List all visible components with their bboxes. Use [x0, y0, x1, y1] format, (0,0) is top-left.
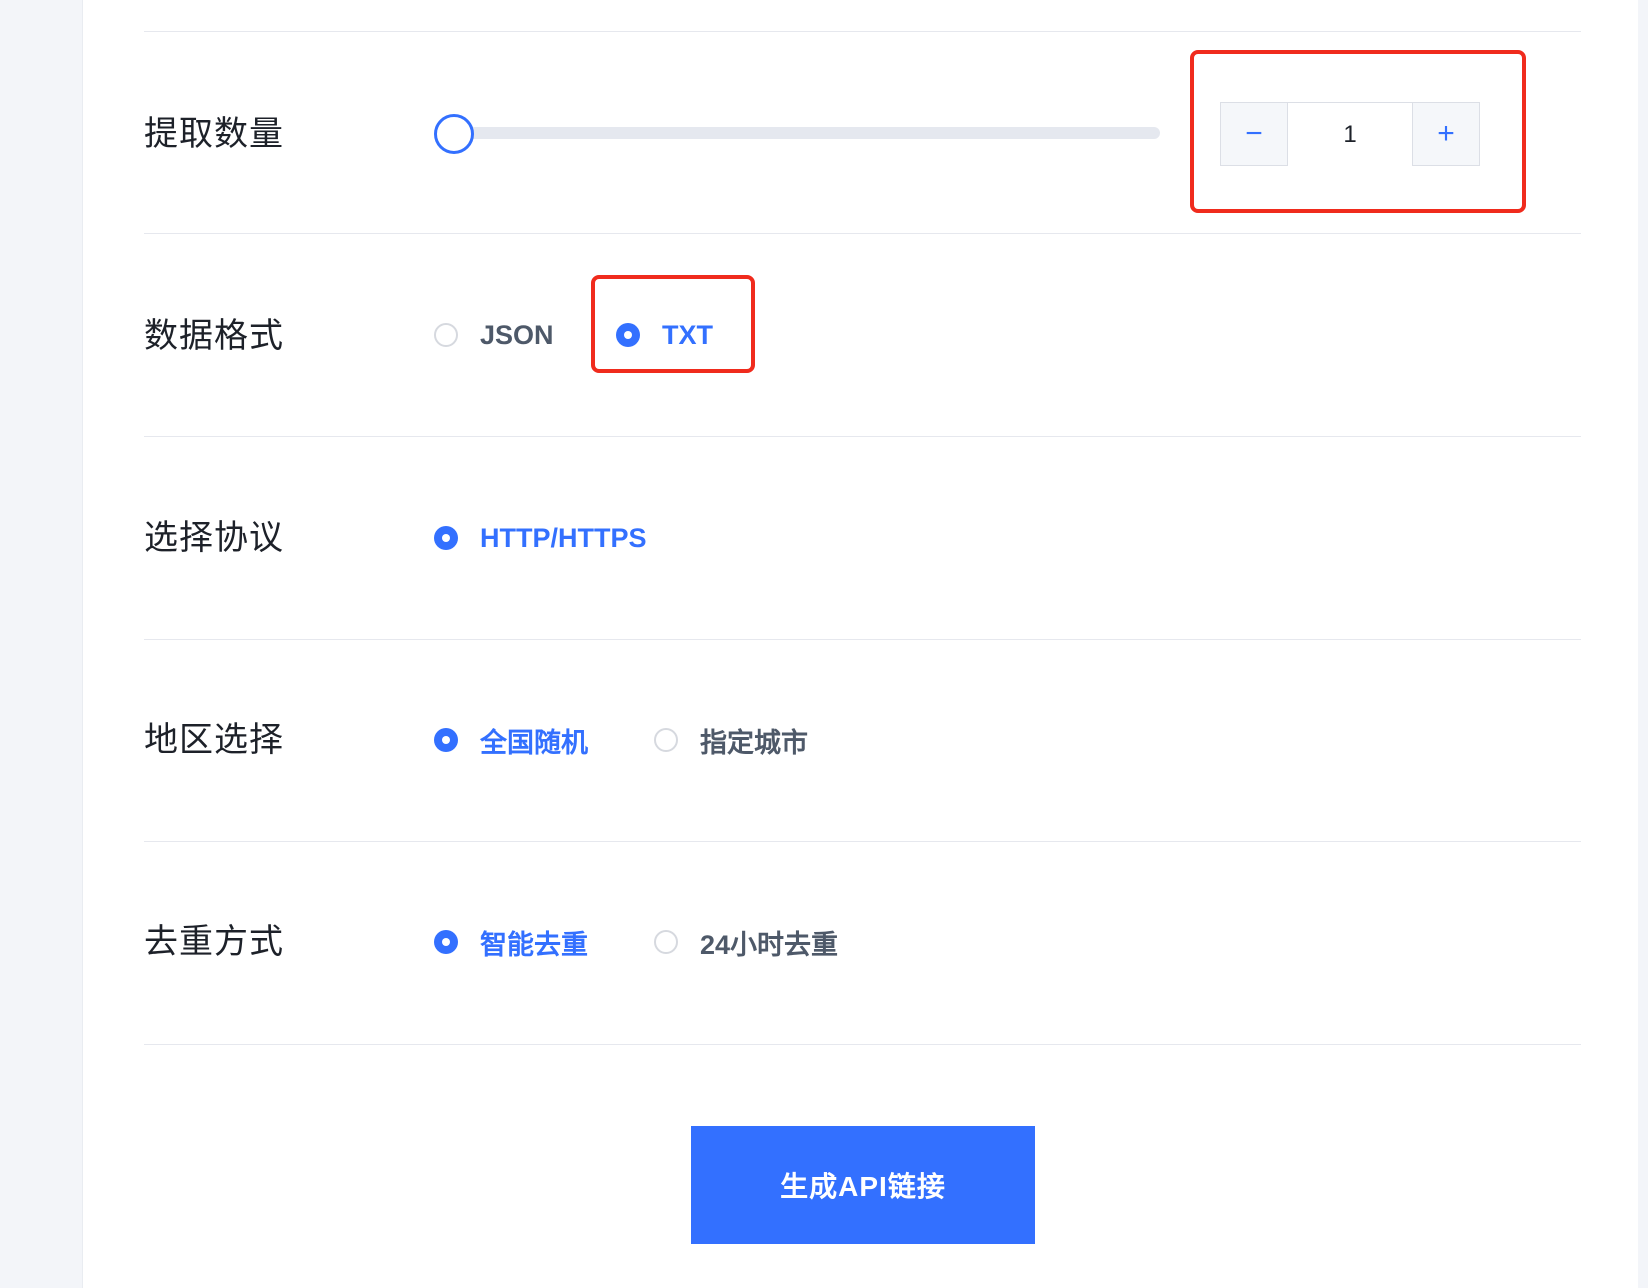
radio-dedupe-24h[interactable] — [654, 930, 678, 954]
region-option-random-label: 全国随机 — [480, 727, 588, 758]
quantity-slider-track[interactable] — [440, 127, 1160, 139]
format-label: 数据格式 — [144, 317, 284, 355]
dedupe-option-24h-label: 24小时去重 — [700, 929, 839, 960]
generate-api-link-button[interactable]: 生成API链接 — [691, 1126, 1035, 1244]
radio-json[interactable] — [434, 323, 458, 347]
region-option-city-label: 指定城市 — [700, 727, 808, 758]
divider — [144, 436, 1581, 437]
radio-region-random[interactable] — [434, 728, 458, 752]
protocol-option-http-label: HTTP/HTTPS — [480, 522, 647, 553]
region-label: 地区选择 — [144, 721, 284, 759]
format-option-json-label: JSON — [480, 319, 554, 350]
left-sidebar-strip — [0, 0, 83, 1288]
region-option-random[interactable]: 全国随机 — [434, 720, 588, 760]
highlight-box-stepper — [1190, 50, 1526, 213]
protocol-option-http[interactable]: HTTP/HTTPS — [434, 518, 647, 558]
radio-region-city[interactable] — [654, 728, 678, 752]
dedupe-option-24h[interactable]: 24小时去重 — [654, 922, 838, 962]
quantity-label: 提取数量 — [144, 115, 284, 153]
divider — [144, 639, 1581, 640]
region-option-city[interactable]: 指定城市 — [654, 720, 808, 760]
divider — [144, 1044, 1581, 1045]
radio-http[interactable] — [434, 526, 458, 550]
divider — [144, 31, 1581, 32]
divider — [144, 233, 1581, 234]
protocol-label: 选择协议 — [144, 519, 284, 557]
format-option-json[interactable]: JSON — [434, 315, 554, 355]
radio-dedupe-smart[interactable] — [434, 930, 458, 954]
highlight-box-txt — [591, 275, 755, 373]
quantity-slider-handle[interactable] — [434, 114, 474, 154]
divider — [144, 841, 1581, 842]
dedupe-option-smart-label: 智能去重 — [480, 929, 588, 960]
right-edge-strip — [1638, 0, 1648, 1288]
dedupe-label: 去重方式 — [144, 923, 284, 961]
dedupe-option-smart[interactable]: 智能去重 — [434, 922, 588, 962]
